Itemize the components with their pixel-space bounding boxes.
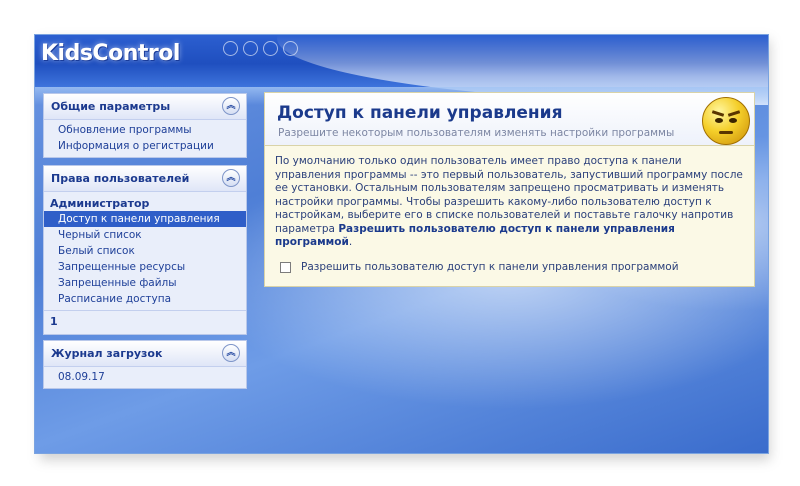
access-checkbox-row[interactable]: Разрешить пользователю доступ к панели у…: [280, 261, 679, 273]
panel-header[interactable]: Журнал загрузок ︽: [44, 341, 246, 367]
sidebar-item-forbidden-files[interactable]: Запрещенные файлы: [44, 275, 246, 291]
angry-smiley-icon: [702, 97, 750, 145]
sidebar-item-log-date[interactable]: 08.09.17: [44, 369, 246, 385]
logo-clock-icons: [223, 41, 298, 56]
panel-title: Журнал загрузок: [51, 347, 163, 360]
sidebar-item-control-panel-access[interactable]: Доступ к панели управления: [44, 211, 246, 227]
sidebar-item-blacklist[interactable]: Черный список: [44, 227, 246, 243]
clock-icon: [223, 41, 238, 56]
clock-icon: [283, 41, 298, 56]
panel-header[interactable]: Права пользователей ︽: [44, 166, 246, 192]
app-window: KidsControl Общие параметры ︽ Обновление…: [34, 34, 769, 454]
sidebar-item-whitelist[interactable]: Белый список: [44, 243, 246, 259]
header-banner: KidsControl: [35, 35, 768, 105]
collapse-icon[interactable]: ︽: [222, 344, 240, 362]
sidebar-item-update[interactable]: Обновление программы: [44, 122, 246, 138]
description-text: По умолчанию только один пользователь им…: [275, 155, 745, 250]
panel-user-rights: Права пользователей ︽ Администратор Дост…: [43, 165, 247, 335]
content-panel: Доступ к панели управления Разрешите нек…: [264, 92, 755, 287]
clock-icon: [243, 41, 258, 56]
panel-title: Права пользователей: [51, 172, 190, 185]
app-logo: KidsControl: [41, 41, 180, 66]
page-subtitle: Разрешите некоторым пользователям изменя…: [278, 127, 675, 139]
collapse-icon[interactable]: ︽: [222, 97, 240, 115]
panel-download-log: Журнал загрузок ︽ 08.09.17: [43, 340, 247, 389]
sidebar-item-forbidden-resources[interactable]: Запрещенные ресурсы: [44, 259, 246, 275]
panel-title: Общие параметры: [51, 100, 171, 113]
sidebar-item-registration[interactable]: Информация о регистрации: [44, 138, 246, 154]
access-checkbox[interactable]: [280, 261, 291, 273]
checkbox-label[interactable]: Разрешить пользователю доступ к панели у…: [301, 261, 679, 273]
description-end: .: [348, 236, 353, 248]
clock-icon: [263, 41, 278, 56]
content-header: Доступ к панели управления Разрешите нек…: [265, 93, 754, 146]
sidebar-item-access-schedule[interactable]: Расписание доступа: [44, 291, 246, 307]
page-title: Доступ к панели управления: [277, 103, 563, 123]
page-number[interactable]: 1: [44, 310, 246, 331]
user-name-heading[interactable]: Администратор: [44, 194, 246, 211]
collapse-icon[interactable]: ︽: [222, 169, 240, 187]
panel-general-settings: Общие параметры ︽ Обновление программы И…: [43, 93, 247, 158]
panel-header[interactable]: Общие параметры ︽: [44, 94, 246, 120]
